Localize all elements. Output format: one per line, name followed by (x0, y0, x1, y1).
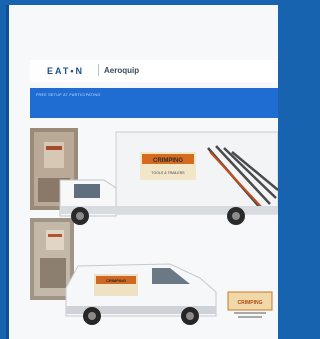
badge-title: CRIMPING (238, 300, 263, 306)
logo-divider (98, 64, 99, 76)
band-caption: FREE SETUP AT PARTICIPATING (36, 93, 101, 97)
truck-sign-subtitle: TOOLS & TRAILERS (151, 171, 185, 175)
crimping-badge: CRIMPING (227, 291, 273, 318)
service-van: CRIMPING (65, 263, 217, 325)
eaton-logo: EAT•N (47, 66, 84, 76)
aeroquip-brand: Aeroquip (104, 66, 140, 75)
vehicle-photos: CRIMPING TOOLS & TRAILERS CRIMPING CRIMP… (30, 128, 278, 325)
van-sign-title: CRIMPING (106, 278, 126, 283)
truck-sign-title: CRIMPING (153, 158, 183, 164)
page-edge-shadow (6, 5, 9, 339)
box-truck: CRIMPING TOOLS & TRAILERS (59, 131, 278, 225)
